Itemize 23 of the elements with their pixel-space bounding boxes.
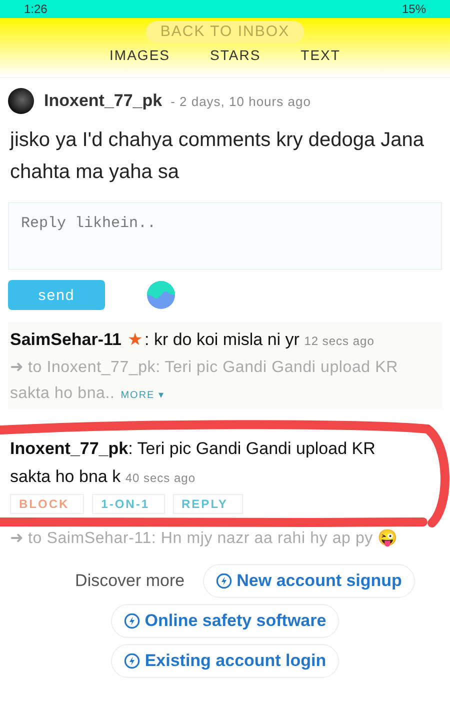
reply-field[interactable]: Reply likhein.. bbox=[8, 202, 442, 270]
comment-text: SaimSehar-11 ★: kr do koi misla ni yr 12 secs ago bbox=[10, 329, 376, 351]
tab[interactable]: TEXT bbox=[300, 47, 340, 67]
discover-link[interactable]: Existing account login bbox=[110, 644, 340, 678]
more-link[interactable]: MORE ▾ bbox=[118, 390, 166, 402]
bolt-icon bbox=[124, 613, 140, 629]
comment-text: Inoxent_77_pk: Teri pic Gandi Gandi upload KR sakta ho bna k 40 secs ago bbox=[10, 438, 376, 488]
discover-label: Discover more bbox=[75, 571, 185, 591]
post-text: jisko ya I'd chahya comments kry dedoga Jana chahta ma yaha sa bbox=[10, 128, 426, 185]
reply-preview: ➜ to Inoxent_77_pk: Teri pic Gandi Gandi upload KR sakta ho bna.. MORE ▾ bbox=[10, 358, 399, 404]
avatar bbox=[8, 88, 34, 114]
tab[interactable]: IMAGES bbox=[110, 47, 170, 67]
post-author: Inoxent_77_pk bbox=[44, 91, 162, 110]
tab[interactable]: STARS bbox=[210, 47, 261, 67]
bolt-icon bbox=[124, 653, 140, 669]
reply-preview: ➜ to SaimSehar-11: Hn mjy nazr aa rahi hy ap py 😜 bbox=[10, 528, 400, 549]
discover-link[interactable]: New account signup bbox=[202, 564, 415, 598]
discover-link[interactable]: Online safety software bbox=[110, 604, 340, 638]
loading-icon bbox=[147, 281, 175, 309]
bolt-icon bbox=[216, 573, 232, 589]
status-time: 1:26 bbox=[24, 2, 48, 16]
post-time: - 2 days, 10 hours ago bbox=[170, 94, 311, 109]
battery-level: 15% bbox=[402, 2, 426, 16]
